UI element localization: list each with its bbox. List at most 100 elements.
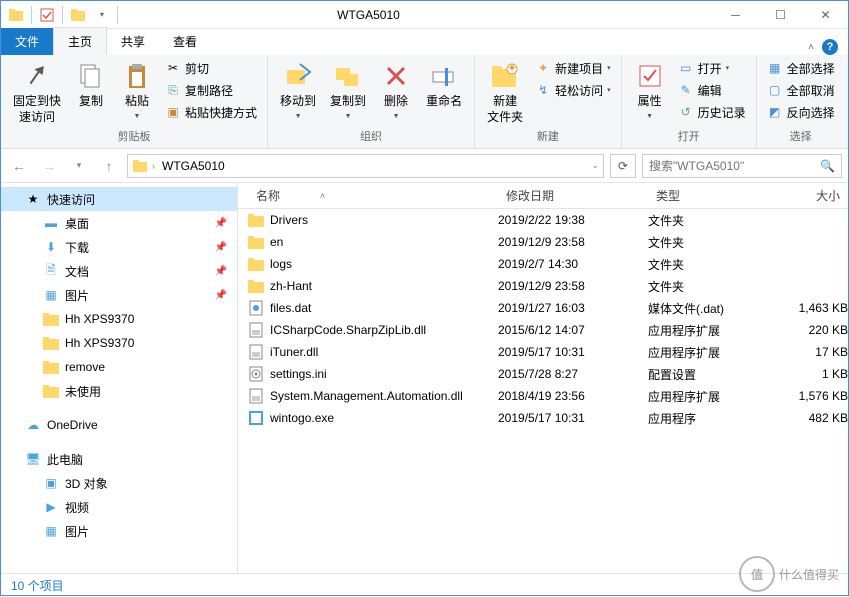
search-box[interactable]: 🔍 (642, 154, 842, 178)
open-icon: ▭ (678, 60, 694, 76)
col-name[interactable]: 名称˄ (248, 187, 498, 204)
sidebar-pictures2[interactable]: ▦图片 (1, 519, 237, 543)
easyaccess-icon: ↯ (535, 82, 551, 98)
open-button[interactable]: ▭打开▾ (674, 57, 750, 79)
easy-access-button[interactable]: ↯轻松访问▾ (531, 79, 615, 101)
file-date: 2015/7/28 8:27 (498, 367, 648, 381)
desktop-icon: ▬ (43, 215, 59, 231)
qat-properties-icon[interactable] (36, 4, 58, 26)
breadcrumb[interactable]: WTGA5010 (159, 157, 228, 175)
invert-selection-button[interactable]: ◩反向选择 (763, 101, 839, 123)
minimize-button[interactable]: ─ (713, 1, 758, 29)
maximize-button[interactable]: ☐ (758, 1, 803, 29)
col-date[interactable]: 修改日期 (498, 187, 648, 204)
selectnone-icon: ▢ (767, 82, 783, 98)
cube-icon: ▣ (43, 475, 59, 491)
copy-to-button[interactable]: 复制到▼ (324, 57, 372, 124)
minimize-ribbon-icon[interactable]: ˄ (808, 42, 814, 53)
folder-icon[interactable] (5, 4, 27, 26)
rename-button[interactable]: 重命名 (420, 57, 468, 113)
files-container[interactable]: Drivers2019/2/22 19:38文件夹en2019/12/9 23:… (238, 209, 848, 573)
tab-file[interactable]: 文件 (1, 28, 53, 55)
file-date: 2015/6/12 14:07 (498, 323, 648, 337)
new-folder-button[interactable]: ✦ 新建 文件夹 (481, 57, 529, 128)
table-row[interactable]: wintogo.exe2019/5/17 10:31应用程序482 KB (238, 407, 848, 429)
sidebar-xps1[interactable]: Hh XPS9370 (1, 307, 237, 331)
file-date: 2019/5/17 10:31 (498, 345, 648, 359)
history-button[interactable]: ↺历史记录 (674, 101, 750, 123)
recent-dropdown-icon[interactable]: ▾ (67, 154, 91, 178)
pin-quick-access-button[interactable]: 固定到快 速访问 (7, 57, 67, 128)
table-row[interactable]: files.dat2019/1/27 16:03媒体文件(.dat)1,463 … (238, 297, 848, 319)
sidebar-quick-access[interactable]: ★快速访问 (1, 187, 237, 211)
folder-icon-2[interactable] (67, 4, 89, 26)
sidebar-thispc[interactable]: 🖥此电脑 (1, 447, 237, 471)
sidebar-remove[interactable]: remove (1, 355, 237, 379)
copyto-icon (332, 60, 364, 92)
file-type: 文件夹 (648, 278, 768, 295)
file-icon (248, 410, 264, 426)
sidebar-onedrive[interactable]: ☁OneDrive (1, 413, 237, 437)
table-row[interactable]: settings.ini2015/7/28 8:27配置设置1 KB (238, 363, 848, 385)
properties-button[interactable]: 属性▼ (628, 57, 672, 124)
address-row: ← → ▾ ↑ › WTGA5010 ⌄ ⟳ 🔍 (1, 149, 848, 183)
sidebar-downloads[interactable]: ⬇下载📌 (1, 235, 237, 259)
tab-home[interactable]: 主页 (53, 27, 107, 55)
search-input[interactable] (649, 159, 820, 173)
edit-button[interactable]: ✎编辑 (674, 79, 750, 101)
address-dropdown-icon[interactable]: ⌄ (591, 160, 599, 171)
sidebar[interactable]: ★快速访问 ▬桌面📌 ⬇下载📌 🗎文档📌 ▦图片📌 Hh XPS9370 Hh … (1, 183, 238, 573)
file-icon (248, 234, 264, 250)
copy-button[interactable]: 复制 (69, 57, 113, 113)
sidebar-3d[interactable]: ▣3D 对象 (1, 471, 237, 495)
back-button[interactable]: ← (7, 154, 31, 178)
refresh-button[interactable]: ⟳ (610, 154, 636, 178)
move-to-button[interactable]: 移动到▼ (274, 57, 322, 124)
paste-button[interactable]: 粘贴 ▼ (115, 57, 159, 124)
table-row[interactable]: ICSharpCode.SharpZipLib.dll 2015/6/12 14:… (238, 319, 848, 341)
file-type: 应用程序 (648, 410, 768, 427)
table-row[interactable]: logs2019/2/7 14:30文件夹 (238, 253, 848, 275)
forward-button[interactable]: → (37, 154, 61, 178)
search-icon[interactable]: 🔍 (820, 159, 835, 173)
copy-path-button[interactable]: ⎘复制路径 (161, 79, 261, 101)
col-size[interactable]: 大小 (768, 187, 848, 204)
new-item-button[interactable]: ✦新建项目▾ (531, 57, 615, 79)
paste-shortcut-button[interactable]: ▣粘贴快捷方式 (161, 101, 261, 123)
address-bar[interactable]: › WTGA5010 ⌄ (127, 154, 604, 178)
file-date: 2018/4/19 23:56 (498, 389, 648, 403)
table-row[interactable]: System.Management.Automation.dll2018/4/1… (238, 385, 848, 407)
sidebar-pictures[interactable]: ▦图片📌 (1, 283, 237, 307)
tab-share[interactable]: 共享 (107, 28, 159, 55)
folder-icon (43, 383, 59, 399)
sidebar-documents[interactable]: 🗎文档📌 (1, 259, 237, 283)
titlebar: ▾ WTGA5010 ─ ☐ ✕ (1, 1, 848, 29)
table-row[interactable]: zh-Hant2019/12/9 23:58文件夹 (238, 275, 848, 297)
up-button[interactable]: ↑ (97, 154, 121, 178)
status-bar: 10 个项目 (1, 573, 848, 597)
file-name: ICSharpCode.SharpZipLib.dll (270, 323, 426, 337)
watermark: 值 什么值得买 (739, 556, 839, 592)
close-button[interactable]: ✕ (803, 1, 848, 29)
table-row[interactable]: Drivers2019/2/22 19:38文件夹 (238, 209, 848, 231)
table-row[interactable]: en2019/12/9 23:58文件夹 (238, 231, 848, 253)
select-none-button[interactable]: ▢全部取消 (763, 79, 839, 101)
tab-view[interactable]: 查看 (159, 28, 211, 55)
qat-dropdown-icon[interactable]: ▾ (91, 4, 113, 26)
group-organize-label: 组织 (274, 128, 468, 146)
col-type[interactable]: 类型 (648, 187, 768, 204)
sidebar-unused[interactable]: 未使用 (1, 379, 237, 403)
pin-icon: 📌 (215, 242, 227, 253)
selectall-icon: ▦ (767, 60, 783, 76)
pin-icon: 📌 (215, 266, 227, 277)
select-all-button[interactable]: ▦全部选择 (763, 57, 839, 79)
cut-icon: ✂ (165, 60, 181, 76)
moveto-icon (282, 60, 314, 92)
sidebar-xps2[interactable]: Hh XPS9370 (1, 331, 237, 355)
sidebar-desktop[interactable]: ▬桌面📌 (1, 211, 237, 235)
table-row[interactable]: iTuner.dll2019/5/17 10:31应用程序扩展17 KB (238, 341, 848, 363)
sidebar-videos[interactable]: ▶视频 (1, 495, 237, 519)
delete-button[interactable]: 删除▼ (374, 57, 418, 124)
cut-button[interactable]: ✂剪切 (161, 57, 261, 79)
help-icon[interactable]: ? (822, 39, 838, 55)
